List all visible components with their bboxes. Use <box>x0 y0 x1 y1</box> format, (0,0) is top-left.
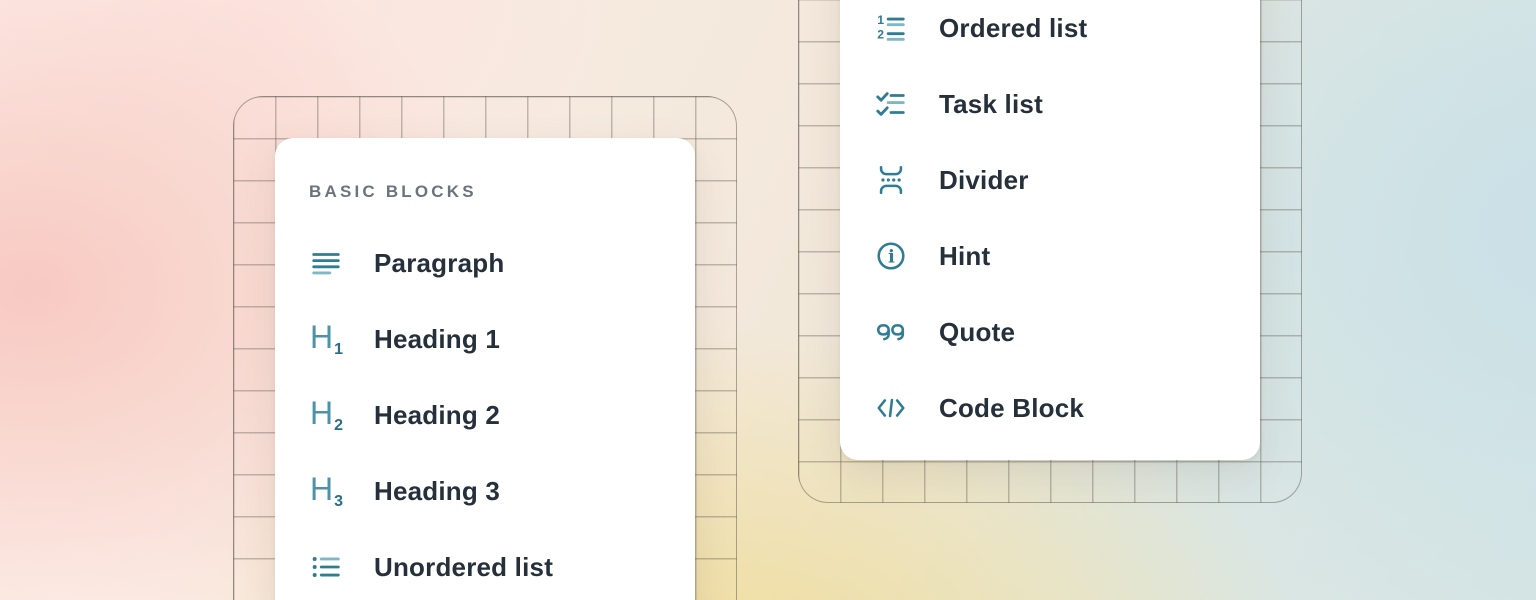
menu-item-task-list[interactable]: Task list <box>840 66 1260 142</box>
heading-icon-letter: H <box>310 322 333 352</box>
menu-item-label: Paragraph <box>374 248 504 279</box>
svg-text:1: 1 <box>877 13 884 27</box>
blocks-list: 1 2 Ordered list <box>840 0 1260 446</box>
illustration-stage: BASIC BLOCKS Paragraph H 1 Heading 1 <box>0 0 1536 600</box>
menu-item-heading-3[interactable]: H 3 Heading 3 <box>275 453 695 529</box>
basic-blocks-menu-card: BASIC BLOCKS Paragraph H 1 Heading 1 <box>275 138 695 600</box>
menu-item-label: Task list <box>939 89 1043 120</box>
menu-item-quote[interactable]: Quote <box>840 294 1260 370</box>
heading-icon-letter: H <box>310 474 333 504</box>
svg-text:i: i <box>888 247 895 268</box>
menu-item-unordered-list[interactable]: Unordered list <box>275 529 695 600</box>
section-label-basic-blocks: BASIC BLOCKS <box>309 180 695 204</box>
menu-item-heading-1[interactable]: H 1 Heading 1 <box>275 301 695 377</box>
heading-icon-subscript: 1 <box>334 341 343 359</box>
menu-item-label: Unordered list <box>374 552 553 583</box>
menu-item-label: Heading 2 <box>374 400 500 431</box>
svg-text:2: 2 <box>877 27 884 41</box>
menu-item-divider[interactable]: Divider <box>840 142 1260 218</box>
heading-icon-subscript: 2 <box>334 417 343 435</box>
divider-icon <box>874 163 908 197</box>
menu-item-label: Code Block <box>939 393 1084 424</box>
quote-icon <box>874 315 908 349</box>
menu-item-code-block[interactable]: Code Block <box>840 370 1260 446</box>
basic-blocks-list: Paragraph H 1 Heading 1 H 2 Heading 2 H <box>275 225 695 600</box>
hint-icon: i <box>874 239 908 273</box>
heading-2-icon: H 2 <box>309 398 343 432</box>
menu-item-label: Hint <box>939 241 990 272</box>
menu-item-heading-2[interactable]: H 2 Heading 2 <box>275 377 695 453</box>
menu-item-hint[interactable]: i Hint <box>840 218 1260 294</box>
task-list-icon <box>874 87 908 121</box>
heading-icon-subscript: 3 <box>334 493 343 511</box>
menu-item-label: Divider <box>939 165 1029 196</box>
ordered-list-icon: 1 2 <box>874 11 908 45</box>
menu-item-label: Quote <box>939 317 1015 348</box>
menu-item-label: Heading 3 <box>374 476 500 507</box>
paragraph-icon <box>309 246 343 280</box>
heading-1-icon: H 1 <box>309 322 343 356</box>
heading-icon-letter: H <box>310 398 333 428</box>
code-block-icon <box>874 391 908 425</box>
blocks-menu-card: 1 2 Ordered list <box>840 0 1260 460</box>
menu-item-label: Ordered list <box>939 13 1087 44</box>
heading-3-icon: H 3 <box>309 474 343 508</box>
unordered-list-icon <box>309 550 343 584</box>
menu-item-paragraph[interactable]: Paragraph <box>275 225 695 301</box>
menu-item-label: Heading 1 <box>374 324 500 355</box>
menu-item-ordered-list[interactable]: 1 2 Ordered list <box>840 0 1260 66</box>
